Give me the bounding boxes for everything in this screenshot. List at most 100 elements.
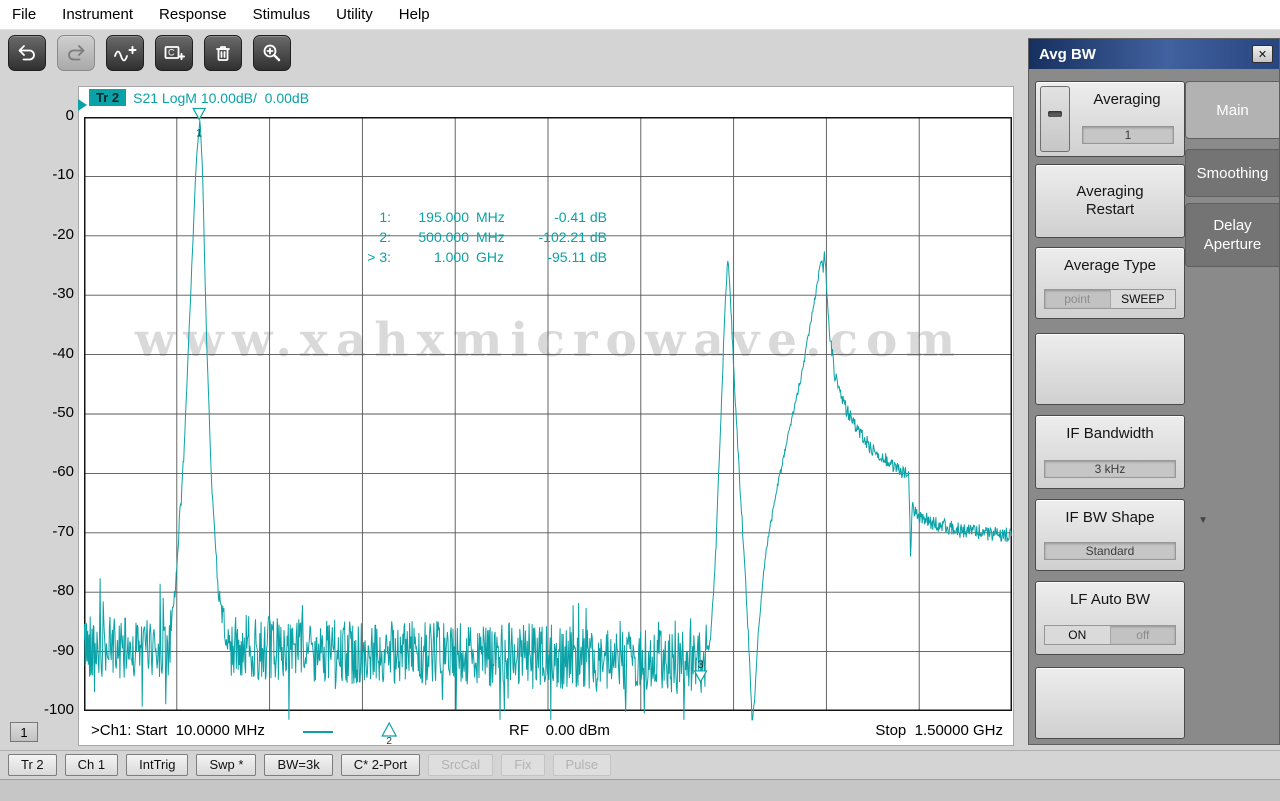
zoom-button[interactable] xyxy=(253,35,291,71)
lf-auto-bw-button[interactable]: LF Auto BW ON off xyxy=(1035,581,1185,655)
average-type-button[interactable]: Average Type point SWEEP xyxy=(1035,247,1185,319)
marker-3-flag-label: 3 xyxy=(698,659,704,671)
marker-1-unit: MHz xyxy=(469,209,513,225)
add-channel-button[interactable]: C xyxy=(155,35,193,71)
if-bandwidth-value: 3 kHz xyxy=(1044,460,1176,478)
vna-app-window: { "menu": { "items": ["File", "Instrumen… xyxy=(0,0,1280,801)
marker-2-number: 2: xyxy=(351,229,391,245)
tab-main[interactable]: Main xyxy=(1185,81,1279,139)
y-tick-label: -50 xyxy=(24,403,74,423)
marker-2-unit: MHz xyxy=(469,229,513,245)
rf-power[interactable]: RF 0.00 dBm xyxy=(509,722,610,739)
close-button[interactable]: ✕ xyxy=(1252,45,1273,63)
stimulus-row: >Ch1: Start 10.0000 MHz RF 0.00 dBm Stop… xyxy=(85,719,1013,743)
lf-auto-bw-segments: ON off xyxy=(1044,625,1176,645)
averaging-toggle[interactable] xyxy=(1040,86,1070,152)
trace-settings-label: S21 LogM 10.00dB/ 0.00dB xyxy=(133,90,309,106)
status-bandwidth[interactable]: BW=3k xyxy=(264,754,332,776)
if-bw-shape-value: Standard xyxy=(1044,542,1176,560)
tab-delay-aperture[interactable]: Delay Aperture xyxy=(1185,203,1279,267)
marker-2-value: -102.21 dB xyxy=(513,229,607,245)
channel-1-badge[interactable]: 1 xyxy=(10,722,38,742)
trace-plot-svg[interactable]: 123 xyxy=(84,87,1014,745)
status-fixture: Fix xyxy=(501,754,544,776)
status-pulse: Pulse xyxy=(553,754,612,776)
trash-icon xyxy=(213,44,233,62)
if-bw-shape-button[interactable]: IF BW Shape ▼ Standard xyxy=(1035,499,1185,571)
lf-auto-bw-off-option[interactable]: off xyxy=(1110,626,1176,644)
average-type-sweep-option[interactable]: SWEEP xyxy=(1110,290,1176,308)
magnifier-plus-icon xyxy=(262,43,282,63)
marker-1-value: -0.41 dB xyxy=(513,209,607,225)
marker-3-number: > 3: xyxy=(351,249,391,265)
panel-button-column: Averaging 1 Averaging Restart Average Ty… xyxy=(1035,79,1185,739)
status-channel-1[interactable]: Ch 1 xyxy=(65,754,118,776)
averaging-value: 1 xyxy=(1082,126,1174,144)
y-tick-label: -60 xyxy=(24,462,74,482)
y-axis: 0 -10 -20 -30 -40 -50 -60 -70 -80 -90 -100 xyxy=(24,0,74,760)
menu-item-stimulus[interactable]: Stimulus xyxy=(253,6,311,23)
y-tick-label: -100 xyxy=(24,700,74,720)
marker-3-frequency: 1.000 xyxy=(391,249,469,265)
if-bw-shape-text: IF BW Shape xyxy=(1065,509,1154,526)
y-tick-label: -40 xyxy=(24,344,74,364)
tab-smoothing[interactable]: Smoothing xyxy=(1185,149,1279,197)
status-sweep[interactable]: Swp * xyxy=(196,754,256,776)
marker-2-frequency: 500.000 xyxy=(391,229,469,245)
trace-header: Tr 2 S21 LogM 10.00dB/ 0.00dB xyxy=(89,89,309,106)
menu-item-response[interactable]: Response xyxy=(159,6,227,23)
trace-color-indicator xyxy=(303,731,333,733)
bottom-strip xyxy=(0,779,1280,801)
toggle-slot-indicator xyxy=(1048,111,1062,117)
panel-title: Avg BW xyxy=(1039,46,1252,63)
blank-button-2 xyxy=(1035,667,1185,739)
average-type-label: Average Type xyxy=(1036,257,1184,275)
status-bar: Tr 2 Ch 1 IntTrig Swp * BW=3k C* 2-Port … xyxy=(0,750,1280,778)
chevron-down-icon[interactable]: ▼ xyxy=(1198,512,1208,530)
marker-1-flag-label: 1 xyxy=(196,127,202,139)
if-bandwidth-label: IF Bandwidth xyxy=(1036,425,1184,443)
average-type-segments: point SWEEP xyxy=(1044,289,1176,309)
average-type-point-option[interactable]: point xyxy=(1045,290,1110,308)
marker-readout: 1: 195.000 MHz -0.41 dB 2: 500.000 MHz -… xyxy=(351,207,607,267)
svg-text:C: C xyxy=(168,48,175,58)
marker-3-value: -95.11 dB xyxy=(513,249,607,265)
avg-bw-panel: Avg BW ✕ Averaging 1 Averaging Restart A… xyxy=(1028,38,1280,745)
plot-area: Tr 2 S21 LogM 10.00dB/ 0.00dB www.xahxmi… xyxy=(78,86,1014,746)
marker-1-readout: 1: 195.000 MHz -0.41 dB xyxy=(351,207,607,227)
stop-frequency[interactable]: Stop 1.50000 GHz xyxy=(875,722,1003,739)
y-tick-label: 0 xyxy=(24,106,74,126)
y-tick-label: -20 xyxy=(24,225,74,245)
averaging-label: Averaging xyxy=(1070,91,1184,109)
waveform-plus-icon xyxy=(113,44,137,62)
averaging-restart-button[interactable]: Averaging Restart xyxy=(1035,164,1185,238)
y-tick-label: -30 xyxy=(24,284,74,304)
marker-3-unit: GHz xyxy=(469,249,513,265)
menu-item-help[interactable]: Help xyxy=(399,6,430,23)
marker-1-frequency: 195.000 xyxy=(391,209,469,225)
add-trace-button[interactable] xyxy=(106,35,144,71)
lf-auto-bw-label: LF Auto BW xyxy=(1036,591,1184,609)
delete-trace-button[interactable] xyxy=(204,35,242,71)
marker-3-readout: > 3: 1.000 GHz -95.11 dB xyxy=(351,247,607,267)
marker-2-readout: 2: 500.000 MHz -102.21 dB xyxy=(351,227,607,247)
lf-auto-bw-on-option[interactable]: ON xyxy=(1045,626,1110,644)
start-frequency[interactable]: >Ch1: Start 10.0000 MHz xyxy=(91,722,265,739)
trace-2-chip[interactable]: Tr 2 xyxy=(89,89,126,106)
ref-level-indicator xyxy=(78,99,87,111)
y-tick-label: -70 xyxy=(24,522,74,542)
menu-bar: File Instrument Response Stimulus Utilit… xyxy=(0,0,1280,30)
if-bandwidth-button[interactable]: IF Bandwidth 3 kHz xyxy=(1035,415,1185,489)
y-tick-label: -80 xyxy=(24,581,74,601)
status-cal-2-port[interactable]: C* 2-Port xyxy=(341,754,420,776)
if-bw-shape-label: IF BW Shape ▼ xyxy=(1036,509,1184,527)
menu-item-utility[interactable]: Utility xyxy=(336,6,373,23)
y-tick-label: -10 xyxy=(24,165,74,185)
status-internal-trigger[interactable]: IntTrig xyxy=(126,754,188,776)
averaging-restart-label: Averaging Restart xyxy=(1060,183,1160,219)
status-trace-2[interactable]: Tr 2 xyxy=(8,754,57,776)
y-tick-label: -90 xyxy=(24,641,74,661)
status-source-cal: SrcCal xyxy=(428,754,493,776)
panel-title-bar[interactable]: Avg BW ✕ xyxy=(1029,39,1279,69)
averaging-button[interactable]: Averaging 1 xyxy=(1035,81,1185,157)
